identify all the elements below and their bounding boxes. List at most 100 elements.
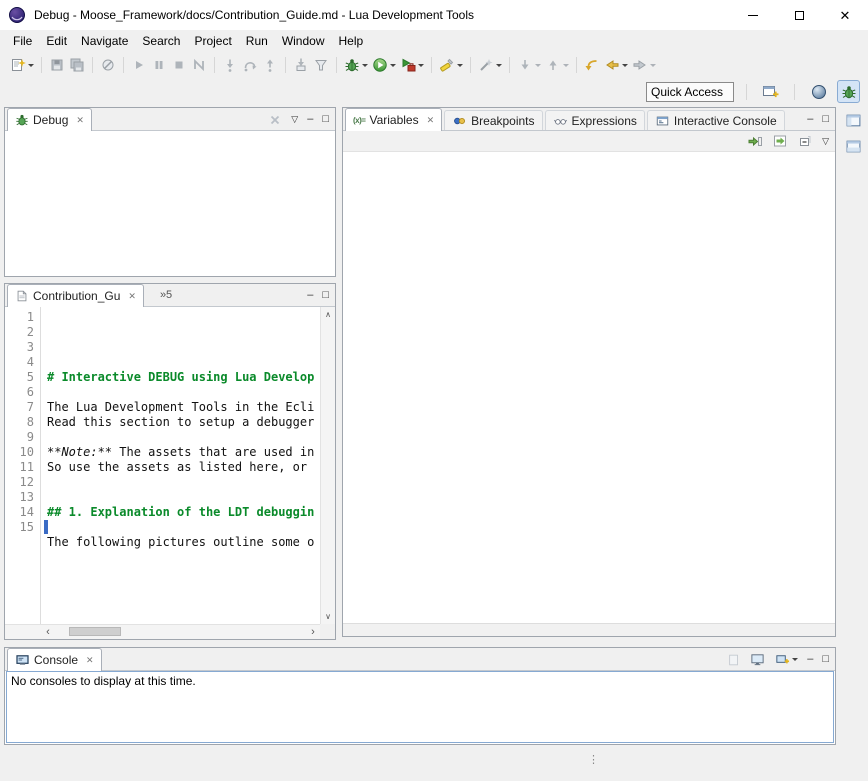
run-button[interactable] (370, 54, 398, 76)
previous-annotation-button[interactable] (543, 54, 571, 76)
tab-breakpoints[interactable]: Breakpoints (444, 110, 542, 130)
forward-button[interactable] (630, 54, 658, 76)
code-line[interactable]: The Lua Development Tools in the Ecli (47, 400, 320, 415)
menu-file[interactable]: File (6, 31, 39, 51)
code-line[interactable]: The following pictures outline some o (47, 535, 320, 550)
code-line[interactable] (47, 385, 320, 400)
code-line[interactable] (47, 430, 320, 445)
line-number-ruler[interactable]: 123456789101112131415 (5, 307, 41, 624)
code-line[interactable]: **Note:** The assets that are used in (47, 445, 320, 460)
minimize-view-button[interactable]: – (807, 654, 813, 665)
suspend-button[interactable] (149, 54, 169, 76)
menu-window[interactable]: Window (275, 31, 332, 51)
close-icon[interactable]: ✕ (427, 115, 435, 126)
restore-view-stack-2-button[interactable] (843, 136, 863, 156)
open-console-page-button[interactable] (727, 653, 741, 667)
line-number[interactable]: 5 (5, 370, 40, 385)
code-line[interactable]: # Interactive DEBUG using Lua Develop (47, 370, 320, 385)
tab-console[interactable]: Console ✕ (7, 648, 102, 671)
external-tools-button[interactable] (398, 54, 426, 76)
editor-body[interactable]: 123456789101112131415 # Interactive DEBU… (5, 307, 335, 639)
open-console-button[interactable] (774, 652, 798, 667)
hscrollbar-thumb[interactable] (69, 627, 121, 636)
line-number[interactable]: 13 (5, 490, 40, 505)
line-number[interactable]: 8 (5, 415, 40, 430)
scroll-down-icon[interactable]: ∨ (325, 612, 331, 621)
maximize-view-button[interactable]: □ (822, 654, 829, 665)
maximize-view-button[interactable]: □ (822, 114, 829, 125)
tab-debug[interactable]: Debug ✕ (7, 108, 92, 131)
back-button[interactable] (602, 54, 630, 76)
last-edit-location-button[interactable] (582, 54, 602, 76)
display-selected-console-button[interactable] (750, 652, 765, 667)
minimize-view-button[interactable]: – (807, 114, 813, 125)
window-close-button[interactable]: ✕ (822, 0, 868, 30)
tab-contribution-guide[interactable]: Contribution_Gu ✕ (7, 284, 144, 307)
sash-grip[interactable]: ⋮ (588, 753, 599, 766)
line-number[interactable]: 3 (5, 340, 40, 355)
line-number[interactable]: 15 (5, 520, 40, 535)
new-button[interactable] (8, 54, 36, 76)
menu-help[interactable]: Help (332, 31, 371, 51)
maximize-view-button[interactable]: □ (322, 114, 329, 125)
editor-vscrollbar[interactable]: ∧ ∨ (320, 307, 335, 624)
line-number[interactable]: 6 (5, 385, 40, 400)
resume-button[interactable] (129, 54, 149, 76)
code-line[interactable] (47, 475, 320, 490)
use-step-filters-button[interactable] (311, 54, 331, 76)
scroll-up-icon[interactable]: ∧ (325, 310, 331, 319)
close-icon[interactable]: ✕ (76, 115, 84, 126)
code-line[interactable]: Read this section to setup a debugger (47, 415, 320, 430)
menu-edit[interactable]: Edit (39, 31, 74, 51)
open-wizard-button[interactable] (476, 54, 504, 76)
line-number[interactable]: 7 (5, 400, 40, 415)
line-number[interactable]: 12 (5, 475, 40, 490)
tab-variables[interactable]: (x)= Variables ✕ (345, 108, 442, 131)
menu-project[interactable]: Project (187, 31, 238, 51)
lua-perspective-button[interactable] (807, 80, 830, 103)
view-menu-button[interactable]: ▽ (822, 137, 829, 146)
step-into-button[interactable] (220, 54, 240, 76)
code-line[interactable]: ## 1. Explanation of the LDT debuggin (47, 505, 320, 520)
show-type-names-button[interactable] (772, 133, 788, 149)
code-line[interactable] (47, 550, 320, 565)
line-number[interactable]: 11 (5, 460, 40, 475)
debug-perspective-button[interactable] (837, 80, 860, 103)
scroll-right-icon[interactable]: › (306, 625, 320, 639)
code-line[interactable] (47, 490, 320, 505)
menu-search[interactable]: Search (135, 31, 187, 51)
line-number[interactable]: 14 (5, 505, 40, 520)
terminate-button[interactable] (169, 54, 189, 76)
line-number[interactable]: 4 (5, 355, 40, 370)
close-icon[interactable]: ✕ (86, 655, 94, 666)
editor-hscrollbar[interactable]: ‹ › (41, 624, 320, 639)
hidden-editors-chevron[interactable]: »5 (160, 283, 172, 306)
remove-all-terminated-button[interactable] (268, 113, 282, 127)
collapse-all-button[interactable] (797, 133, 813, 149)
code-line[interactable] (47, 520, 320, 535)
next-annotation-button[interactable] (515, 54, 543, 76)
maximize-view-button[interactable]: □ (322, 290, 329, 301)
window-maximize-button[interactable] (776, 0, 822, 30)
code-line[interactable] (47, 565, 320, 580)
window-minimize-button[interactable] (730, 0, 776, 30)
console-body[interactable]: No consoles to display at this time. (6, 671, 834, 743)
variables-hscrollbar[interactable] (343, 623, 835, 636)
save-button[interactable] (47, 54, 67, 76)
tab-expressions[interactable]: Expressions (545, 110, 645, 130)
save-all-button[interactable] (67, 54, 87, 76)
line-number[interactable]: 9 (5, 430, 40, 445)
menu-navigate[interactable]: Navigate (74, 31, 135, 51)
code-line[interactable]: So use the assets as listed here, or (47, 460, 320, 475)
quick-access-input[interactable]: Quick Access (646, 82, 734, 102)
scroll-left-icon[interactable]: ‹ (41, 625, 55, 639)
tab-interactive-console[interactable]: Interactive Console (647, 110, 785, 130)
line-number[interactable]: 2 (5, 325, 40, 340)
drop-to-frame-button[interactable] (291, 54, 311, 76)
open-perspective-button[interactable] (759, 80, 782, 103)
close-icon[interactable]: ✕ (128, 291, 136, 302)
code-area[interactable]: # Interactive DEBUG using Lua Develop Th… (42, 307, 320, 624)
step-over-button[interactable] (240, 54, 260, 76)
minimize-view-button[interactable]: – (307, 114, 313, 125)
menu-run[interactable]: Run (239, 31, 275, 51)
